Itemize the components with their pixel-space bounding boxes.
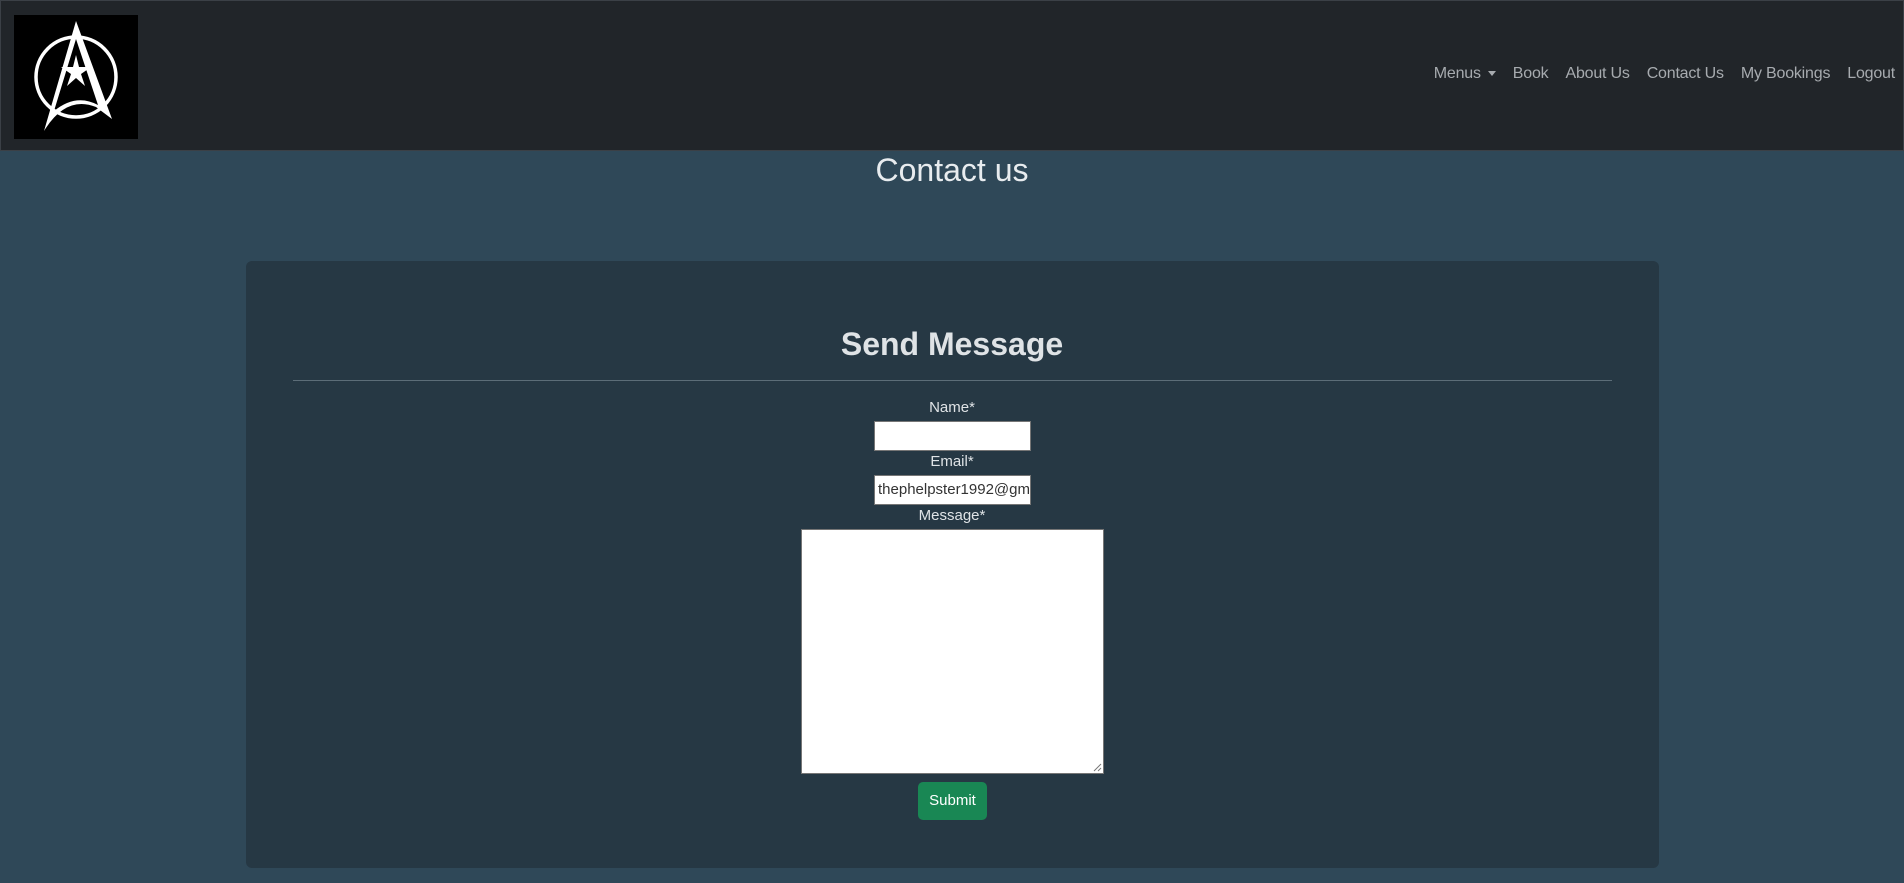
message-textarea[interactable]	[801, 529, 1104, 774]
name-field[interactable]	[874, 421, 1031, 451]
nav-book[interactable]: Book	[1513, 65, 1549, 83]
nav-about-us[interactable]: About Us	[1565, 65, 1629, 83]
email-field[interactable]: thephelpster1992@gma	[874, 475, 1031, 505]
nav-menus-label: Menus	[1433, 65, 1481, 82]
nav-logout[interactable]: Logout	[1847, 65, 1895, 83]
page-title: Contact us	[875, 152, 1029, 188]
message-label: Message*	[918, 507, 986, 524]
starfleet-delta-logo-icon	[34, 21, 118, 131]
top-navbar: Menus Book About Us Contact Us My Bookin…	[0, 0, 1904, 151]
resize-grip-icon[interactable]	[1093, 763, 1102, 772]
nav-menus-dropdown[interactable]: Menus	[1434, 65, 1496, 83]
divider	[293, 380, 1612, 381]
nav-my-bookings[interactable]: My Bookings	[1741, 65, 1831, 83]
email-label: Email*	[930, 453, 974, 470]
caret-down-icon	[1487, 71, 1496, 77]
nav-contact-us[interactable]: Contact Us	[1647, 65, 1724, 83]
form-heading: Send Message	[840, 326, 1064, 362]
logo[interactable]	[14, 15, 138, 139]
name-label: Name*	[929, 399, 975, 416]
nav-links: Menus Book About Us Contact Us My Bookin…	[1417, 65, 1895, 83]
submit-button[interactable]: Submit	[918, 782, 987, 820]
